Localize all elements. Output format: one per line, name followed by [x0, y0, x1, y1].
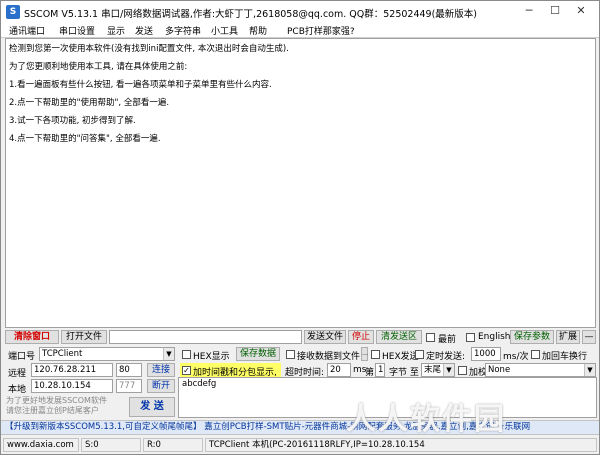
more-button[interactable]: …	[361, 347, 368, 361]
status-sent-count: S:0	[81, 438, 141, 452]
add-timestamp-checkbox[interactable]: ✓	[182, 366, 191, 375]
chevron-down-icon: ▼	[443, 364, 454, 376]
minimize-icon[interactable]: ─	[516, 1, 542, 21]
menu-pcb-ad[interactable]: PCB打样那家强?	[287, 24, 355, 37]
save-data-button[interactable]: 保存数据	[236, 347, 280, 361]
menu-tools[interactable]: 小工具	[211, 24, 238, 37]
checksum-checkbox[interactable]	[458, 366, 467, 375]
save-params-button[interactable]: 保存参数	[510, 330, 554, 344]
byte-index-input[interactable]: 1	[375, 363, 385, 377]
send-text: abcdefg	[182, 379, 217, 389]
checksum-select[interactable]: None ▼	[485, 363, 596, 377]
ad-text: 【升级到新版本SSCOM5.13.1,可自定义帧尾帧尾】 嘉立创PCB打样-SM…	[5, 422, 531, 432]
file-path-input[interactable]	[109, 330, 302, 344]
receive-output[interactable]: 检测到您第一次使用本软件(没有找到ini配置文件, 本次退出时会自动生成). 为…	[5, 38, 596, 328]
output-line: 3.试一下各项功能, 初步得到了解.	[9, 116, 136, 126]
port-select-value: TCPClient	[42, 349, 83, 359]
output-line: 4.点一下帮助里的"问答集", 全部看一遍.	[9, 134, 161, 144]
output-line: 为了您更顺利地使用本工具, 请在具体使用之前:	[9, 62, 188, 72]
ad-banner[interactable]: 【升级到新版本SSCOM5.13.1,可自定义帧尾帧尾】 嘉立创PCB打样-SM…	[1, 420, 599, 434]
remote-ip-input[interactable]: 120.76.28.211	[31, 363, 113, 377]
menu-help[interactable]: 帮助	[249, 24, 267, 37]
hex-display-checkbox[interactable]	[182, 350, 191, 359]
clear-window-button[interactable]: 清除窗口	[5, 330, 59, 344]
interval-unit: ms/次	[503, 352, 529, 362]
send-textarea[interactable]: abcdefg	[178, 377, 597, 418]
send-file-button[interactable]: 发送文件	[304, 330, 346, 344]
connect-button[interactable]: 连接	[147, 363, 175, 377]
output-line: 检测到您第一次使用本软件(没有找到ini配置文件, 本次退出时会自动生成).	[9, 44, 289, 54]
output-line: 2.点一下帮助里的"使用帮助", 全部看一遍.	[9, 98, 170, 108]
open-file-button[interactable]: 打开文件	[61, 330, 107, 344]
port-select[interactable]: TCPClient ▼	[39, 347, 175, 361]
hex-display-label: HEX显示	[193, 352, 230, 362]
local-ip-input[interactable]: 10.28.10.154	[31, 379, 113, 393]
menu-display[interactable]: 显示	[107, 24, 125, 37]
register-tip: 为了更好地发展SSCOM软件 请您注册嘉立创P结尾客户	[6, 396, 126, 416]
hex-send-checkbox[interactable]	[371, 350, 380, 359]
english-label: English	[478, 332, 511, 342]
app-icon: S	[6, 5, 20, 19]
app-window: S SSCOM V5.13.1 串口/网络数据调试器,作者:大虾丁丁,26180…	[0, 0, 600, 455]
title-bar: S SSCOM V5.13.1 串口/网络数据调试器,作者:大虾丁丁,26180…	[1, 1, 599, 23]
interval-input[interactable]: 1000	[471, 347, 501, 361]
add-crlf-checkbox[interactable]	[531, 350, 540, 359]
close-icon[interactable]: ✕	[568, 1, 594, 21]
hex-send-label: HEX发送	[382, 352, 419, 362]
local-port-input[interactable]: 777	[116, 379, 142, 393]
english-checkbox[interactable]	[466, 333, 475, 342]
menu-bar: 通讯端口 串口设置 显示 发送 多字符串 小工具 帮助 PCB打样那家强?	[1, 23, 599, 38]
port-label: 端口号	[8, 352, 36, 362]
status-received-count: R:0	[143, 438, 203, 452]
send-button[interactable]: 发 送	[129, 397, 175, 417]
collapse-button[interactable]: —	[582, 330, 596, 344]
remote-label: 远程	[8, 369, 27, 379]
clear-send-area-button[interactable]: 清发送区	[376, 330, 422, 344]
timed-send-checkbox[interactable]	[415, 350, 424, 359]
register-tip-text: 为了更好地发展SSCOM软件 请您注册嘉立创P结尾客户	[6, 396, 107, 415]
chevron-down-icon: ▼	[584, 364, 595, 376]
timeout-input[interactable]: 20	[327, 363, 351, 377]
disconnect-button[interactable]: 断开	[147, 379, 175, 393]
topmost-label: 最前	[438, 335, 457, 345]
status-connection: TCPClient 本机(PC-20161118RLFY,IP=10.28.10…	[205, 438, 597, 452]
window-title: SSCOM V5.13.1 串口/网络数据调试器,作者:大虾丁丁,2618058…	[24, 9, 478, 20]
receive-to-file-checkbox[interactable]	[286, 350, 295, 359]
chevron-down-icon: ▼	[163, 348, 174, 360]
byte-end-value: 末尾	[424, 365, 442, 375]
status-bar: www.daxia.com S:0 R:0 TCPClient 本机(PC-20…	[1, 434, 599, 454]
local-label: 本地	[8, 385, 27, 395]
receive-to-file-label: 接收数据到文件	[297, 352, 361, 362]
output-line: 1.看一遍面板有些什么按钮, 看一遍各项菜单和子菜单里有些什么内容.	[9, 80, 272, 90]
add-crlf-label: 加回车换行	[542, 352, 588, 362]
checksum-value: None	[488, 365, 511, 375]
remote-port-input[interactable]: 80	[116, 363, 142, 377]
maximize-icon[interactable]: ☐	[542, 1, 568, 21]
stop-button[interactable]: 停止	[348, 330, 374, 344]
byte-end-select[interactable]: 末尾 ▼	[421, 363, 455, 377]
menu-serial-settings[interactable]: 串口设置	[59, 24, 95, 37]
menu-comm-port[interactable]: 通讯端口	[9, 24, 45, 37]
status-website[interactable]: www.daxia.com	[3, 438, 79, 452]
expand-button[interactable]: 扩展	[556, 330, 580, 344]
menu-multi-string[interactable]: 多字符串	[165, 24, 201, 37]
topmost-checkbox[interactable]	[426, 333, 435, 342]
timed-send-label: 定时发送:	[426, 352, 466, 362]
menu-send[interactable]: 发送	[135, 24, 153, 37]
